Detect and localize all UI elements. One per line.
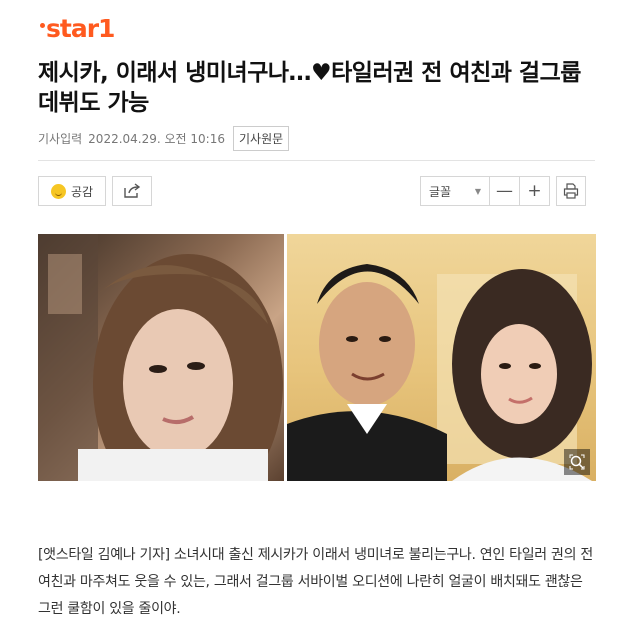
chevron-down-icon: ▼ bbox=[474, 186, 481, 196]
article-body: [앳스타일 김예나 기자] 소녀시대 출신 제시카가 이래서 냉미녀로 불리는구… bbox=[38, 547, 593, 617]
article-meta: 기사입력 2022.04.29. 오전 10:16 기사원문 bbox=[38, 126, 290, 151]
print-icon bbox=[563, 183, 579, 199]
site-logo[interactable]: star1 bbox=[40, 14, 115, 44]
smiley-icon bbox=[50, 183, 66, 199]
font-decrease-button[interactable]: — bbox=[490, 176, 520, 206]
photo-right-art bbox=[287, 264, 592, 481]
divider bbox=[38, 160, 595, 161]
logo-text: star1 bbox=[46, 14, 115, 43]
print-button[interactable] bbox=[556, 176, 586, 206]
logo-dot bbox=[40, 23, 45, 28]
article-date: 2022.04.29. 오전 10:16 bbox=[88, 132, 225, 146]
like-button[interactable]: 공감 bbox=[38, 176, 106, 206]
meta-label: 기사입력 bbox=[38, 132, 83, 146]
text-toolbar: 글꼴 ▼ — + bbox=[420, 176, 586, 206]
article-headline: 제시카, 이래서 냉미녀구나…♥타일러권 전 여친과 걸그룹 데뷔도 가능 bbox=[38, 60, 581, 116]
font-increase-button[interactable]: + bbox=[520, 176, 550, 206]
article-photo-right bbox=[287, 234, 596, 481]
original-article-button[interactable]: 기사원문 bbox=[233, 126, 290, 151]
font-label: 글꼴 bbox=[429, 184, 452, 199]
like-label: 공감 bbox=[70, 184, 94, 199]
article-photo-left bbox=[38, 234, 284, 481]
share-icon bbox=[124, 183, 141, 198]
zoom-button[interactable] bbox=[564, 449, 590, 475]
reaction-toolbar: 공감 bbox=[38, 176, 152, 206]
photo-left-art bbox=[38, 234, 283, 481]
font-dropdown[interactable]: 글꼴 ▼ bbox=[420, 176, 490, 206]
zoom-icon bbox=[569, 454, 585, 470]
share-button[interactable] bbox=[112, 176, 152, 206]
